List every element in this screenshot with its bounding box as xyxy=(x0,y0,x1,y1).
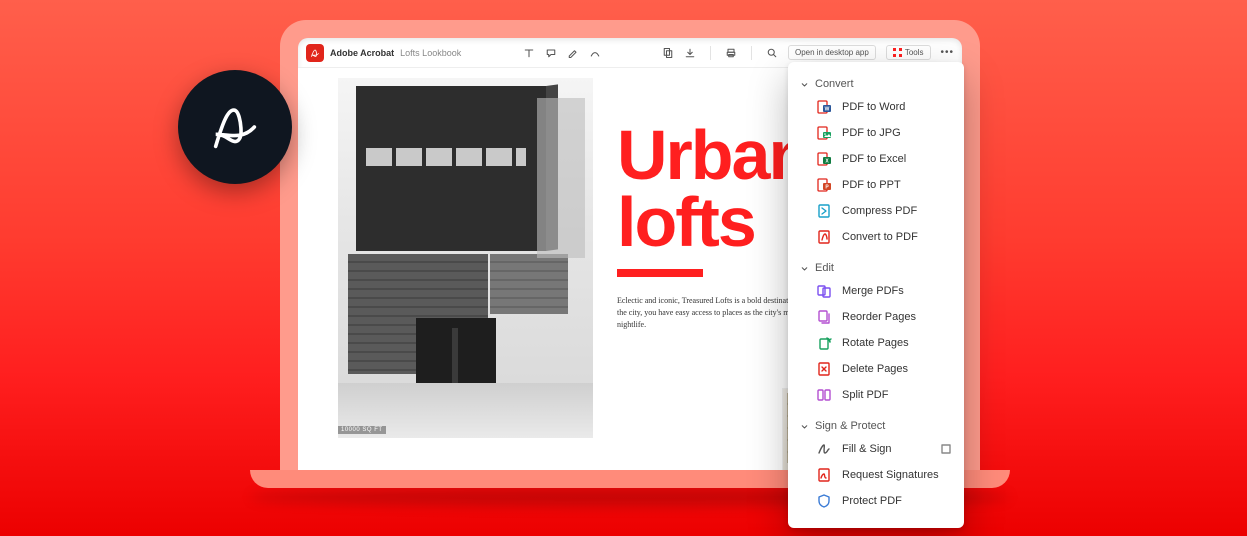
flyout-item-label: PDF to JPG xyxy=(842,127,901,139)
flyout-section-edit: Edit Merge PDFs Reorder Pages Rotate Pag… xyxy=(788,254,964,412)
ppt-file-icon: P xyxy=(816,177,832,193)
title-underline xyxy=(617,269,703,277)
flyout-item-delete-pages[interactable]: Delete Pages xyxy=(788,356,964,382)
chevron-down-icon xyxy=(800,422,809,431)
acrobat-logo-icon xyxy=(306,44,324,62)
search-icon[interactable] xyxy=(766,47,778,59)
convert-pdf-icon xyxy=(816,229,832,245)
flyout-item-label: Request Signatures xyxy=(842,469,939,481)
flyout-item-label: Split PDF xyxy=(842,389,888,401)
flyout-item-split-pdf[interactable]: Split PDF xyxy=(788,382,964,408)
flyout-section-convert: Convert W PDF to Word PDF to JPG X PDF t… xyxy=(788,70,964,254)
compress-icon xyxy=(816,203,832,219)
flyout-heading-sign-protect[interactable]: Sign & Protect xyxy=(788,416,964,436)
hero-photo: 10000 SQ FT xyxy=(338,78,593,438)
merge-icon xyxy=(816,283,832,299)
comment-tool-icon[interactable] xyxy=(545,47,557,59)
flyout-heading-label: Edit xyxy=(815,262,834,274)
flyout-section-sign-protect: Sign & Protect Fill & Sign Request Signa… xyxy=(788,412,964,518)
flyout-item-label: Reorder Pages xyxy=(842,311,916,323)
rotate-icon xyxy=(816,335,832,351)
flyout-heading-label: Convert xyxy=(815,78,854,90)
flyout-item-fill-sign[interactable]: Fill & Sign xyxy=(788,436,964,462)
print-icon[interactable] xyxy=(725,47,737,59)
jpg-file-icon xyxy=(816,125,832,141)
flyout-item-rotate-pages[interactable]: Rotate Pages xyxy=(788,330,964,356)
flyout-item-reorder-pages[interactable]: Reorder Pages xyxy=(788,304,964,330)
flyout-item-pdf-to-jpg[interactable]: PDF to JPG xyxy=(788,120,964,146)
flyout-item-pdf-to-ppt[interactable]: P PDF to PPT xyxy=(788,172,964,198)
reorder-icon xyxy=(816,309,832,325)
flyout-item-label: Delete Pages xyxy=(842,363,908,375)
download-icon[interactable] xyxy=(684,47,696,59)
delete-page-icon xyxy=(816,361,832,377)
external-icon xyxy=(940,443,952,455)
flyout-item-label: Compress PDF xyxy=(842,205,917,217)
open-desktop-button[interactable]: Open in desktop app xyxy=(788,45,876,60)
flyout-item-label: PDF to PPT xyxy=(842,179,901,191)
toolbar-right-group: Open in desktop app Tools ••• xyxy=(662,45,954,60)
flyout-item-label: Merge PDFs xyxy=(842,285,904,297)
text-tool-icon[interactable] xyxy=(523,47,535,59)
flyout-item-request-signatures[interactable]: Request Signatures xyxy=(788,462,964,488)
flyout-item-pdf-to-word[interactable]: W PDF to Word xyxy=(788,94,964,120)
highlight-tool-icon[interactable] xyxy=(567,47,579,59)
flyout-item-label: PDF to Excel xyxy=(842,153,906,165)
acrobat-badge xyxy=(178,70,292,184)
document-name: Lofts Lookbook xyxy=(400,48,461,58)
flyout-item-label: Convert to PDF xyxy=(842,231,918,243)
photo-caption: 10000 SQ FT xyxy=(338,426,386,434)
toolbar-center-group xyxy=(523,47,601,59)
hero-stage: Adobe Acrobat Lofts Lookbook xyxy=(0,0,1247,536)
flyout-heading-convert[interactable]: Convert xyxy=(788,74,964,94)
split-icon xyxy=(816,387,832,403)
flyout-item-protect-pdf[interactable]: Protect PDF xyxy=(788,488,964,514)
flyout-item-label: PDF to Word xyxy=(842,101,905,113)
more-menu-icon[interactable]: ••• xyxy=(941,47,955,58)
app-name: Adobe Acrobat xyxy=(330,48,394,58)
flyout-item-merge-pdfs[interactable]: Merge PDFs xyxy=(788,278,964,304)
flyout-item-label: Rotate Pages xyxy=(842,337,909,349)
fill-sign-icon xyxy=(816,441,832,457)
draw-tool-icon[interactable] xyxy=(589,47,601,59)
flyout-item-label: Fill & Sign xyxy=(842,443,892,455)
flyout-item-compress-pdf[interactable]: Compress PDF xyxy=(788,198,964,224)
tools-grid-icon xyxy=(893,48,902,57)
tools-button[interactable]: Tools xyxy=(886,45,931,60)
tools-flyout: Convert W PDF to Word PDF to JPG X PDF t… xyxy=(788,62,964,528)
excel-file-icon: X xyxy=(816,151,832,167)
page-panel-icon[interactable] xyxy=(662,47,674,59)
flyout-item-convert-to-pdf[interactable]: Convert to PDF xyxy=(788,224,964,250)
request-signature-icon xyxy=(816,467,832,483)
tools-button-label: Tools xyxy=(905,48,924,57)
flyout-item-label: Protect PDF xyxy=(842,495,902,507)
chevron-down-icon xyxy=(800,80,809,89)
word-file-icon: W xyxy=(816,99,832,115)
flyout-item-pdf-to-excel[interactable]: X PDF to Excel xyxy=(788,146,964,172)
flyout-heading-edit[interactable]: Edit xyxy=(788,258,964,278)
svg-text:W: W xyxy=(825,107,830,113)
flyout-heading-label: Sign & Protect xyxy=(815,420,885,432)
shield-icon xyxy=(816,493,832,509)
chevron-down-icon xyxy=(800,264,809,273)
